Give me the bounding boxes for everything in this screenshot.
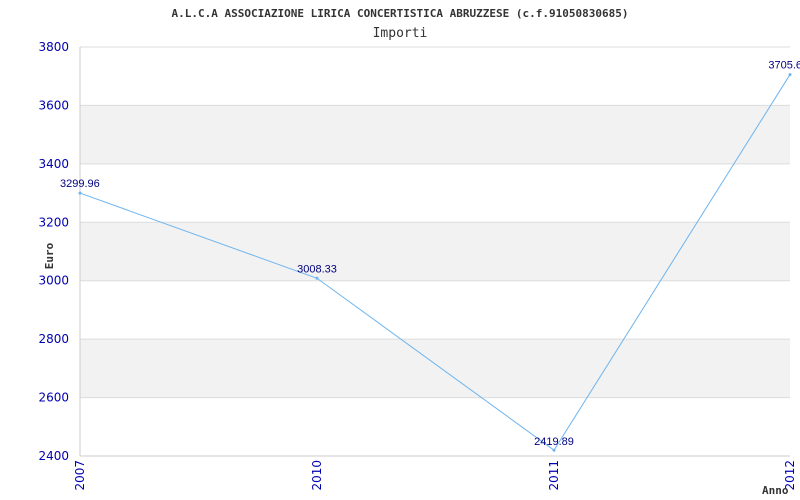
x-tick-label: 2011 bbox=[547, 460, 561, 491]
grid-band bbox=[80, 339, 790, 398]
x-tick-label: 2007 bbox=[73, 460, 87, 491]
y-tick-label: 2800 bbox=[38, 332, 69, 346]
y-tick-label: 2400 bbox=[38, 449, 69, 463]
line-chart: A.L.C.A ASSOCIAZIONE LIRICA CONCERTISTIC… bbox=[38, 7, 800, 497]
y-axis-title: Euro bbox=[43, 242, 56, 269]
data-point bbox=[78, 191, 82, 195]
data-point bbox=[315, 276, 319, 280]
y-tick-label: 3000 bbox=[38, 274, 69, 288]
data-point bbox=[552, 448, 556, 452]
x-axis-title: Anno bbox=[762, 484, 789, 497]
chart-title: A.L.C.A ASSOCIAZIONE LIRICA CONCERTISTIC… bbox=[172, 7, 629, 20]
x-tick-label: 2010 bbox=[310, 460, 324, 491]
data-label: 2419.89 bbox=[534, 436, 574, 448]
y-tick-label: 3800 bbox=[38, 40, 69, 54]
data-label: 3299.96 bbox=[60, 178, 100, 190]
data-point bbox=[788, 73, 792, 77]
y-tick-label: 3400 bbox=[38, 157, 69, 171]
y-tick-label: 3200 bbox=[38, 215, 69, 229]
x-axis-ticks: 2007 2010 2011 2012 bbox=[73, 460, 797, 491]
y-tick-label: 3600 bbox=[38, 98, 69, 112]
data-label: 3705.6 bbox=[768, 60, 800, 72]
chart-subtitle: Importi bbox=[373, 26, 428, 41]
data-label: 3008.33 bbox=[297, 263, 337, 275]
grid-band bbox=[80, 105, 790, 164]
y-tick-label: 2600 bbox=[38, 391, 69, 405]
grid-bands bbox=[80, 105, 790, 398]
